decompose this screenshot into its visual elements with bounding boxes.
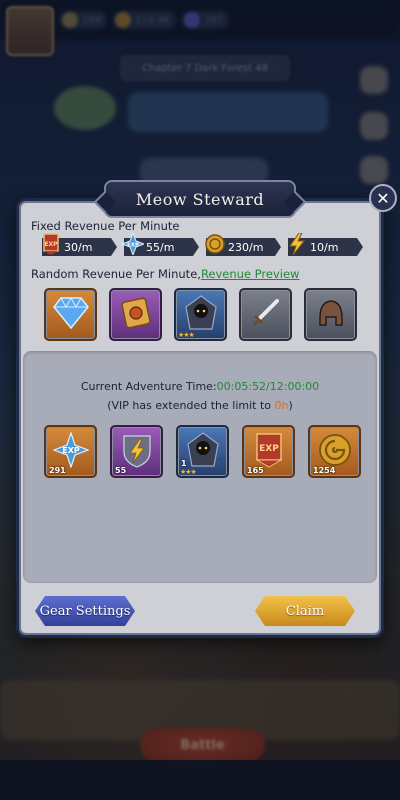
vip-limit-value: 0h — [274, 399, 289, 412]
vip-limit-prefix: (VIP has extended the limit to — [107, 399, 275, 412]
gold-coin-icon — [204, 233, 226, 255]
adventure-time-label: Current Adventure Time: — [80, 380, 217, 393]
fixed-revenue-row: EXP 30/m EXP 55/m 230/m 10/m — [40, 233, 363, 258]
claim-label: Claim — [285, 603, 325, 619]
star-rating-icon: ★★★ — [178, 331, 195, 339]
sword-icon — [249, 296, 283, 334]
random-revenue-item[interactable] — [44, 288, 97, 341]
fixed-revenue-item: EXP 30/m — [40, 233, 117, 258]
svg-text:EXP: EXP — [62, 446, 80, 455]
helmet-icon — [314, 296, 348, 334]
revenue-preview-link[interactable]: Revenue Preview — [201, 267, 300, 281]
accumulated-rewards-row: EXP 291 55 1 ★★★ EXP 165 1254 — [44, 425, 364, 479]
fixed-revenue-item: EXP 55/m — [122, 233, 199, 258]
reward-item[interactable]: 55 — [110, 425, 163, 478]
diamond-icon — [52, 296, 89, 333]
reward-count: 1254 — [313, 466, 336, 475]
fixed-revenue-item: 230/m — [204, 233, 281, 258]
gold-coin-icon — [318, 433, 352, 471]
reward-count: 291 — [49, 466, 66, 475]
random-revenue-text: Random Revenue Per Minute, — [31, 267, 201, 281]
adventure-time-value: 00:05:52/12:00:00 — [216, 380, 320, 393]
vip-limit-line: (VIP has extended the limit to 0h) — [23, 399, 377, 412]
adventure-time-line: Current Adventure Time:00:05:52/12:00:00 — [23, 380, 377, 393]
reward-item[interactable]: 1 ★★★ — [176, 425, 229, 478]
hooded-hero-icon — [186, 431, 220, 472]
gear-settings-label: Gear Settings — [39, 603, 131, 619]
star-rating-icon: ★★★ — [180, 468, 197, 476]
exp-star-icon: EXP — [122, 233, 144, 255]
random-revenue-item[interactable] — [304, 288, 357, 341]
random-revenue-row: ★★★ — [44, 288, 364, 342]
gear-settings-button[interactable]: Gear Settings — [35, 596, 135, 626]
fixed-revenue-label: Fixed Revenue Per Minute — [31, 219, 180, 233]
random-revenue-item[interactable] — [109, 288, 162, 341]
reward-count: 55 — [115, 466, 127, 475]
lightning-icon — [286, 233, 308, 255]
hooded-hero-icon — [184, 294, 218, 335]
reward-item[interactable]: EXP 165 — [242, 425, 295, 478]
close-icon: ✕ — [376, 188, 390, 208]
random-revenue-item[interactable]: ★★★ — [174, 288, 227, 341]
claim-button[interactable]: Claim — [255, 596, 355, 626]
svg-text:EXP: EXP — [44, 241, 58, 248]
svg-text:EXP: EXP — [259, 444, 279, 454]
dialog-title-plate: Meow Steward — [104, 180, 296, 218]
reward-item[interactable]: 1254 — [308, 425, 361, 478]
reward-count: 165 — [247, 466, 264, 475]
vip-limit-suffix: ) — [288, 399, 293, 412]
reward-count: 1 — [181, 459, 187, 468]
random-revenue-label: Random Revenue Per Minute,Revenue Previe… — [31, 267, 299, 281]
close-button[interactable]: ✕ — [369, 184, 397, 212]
fixed-revenue-item: 10/m — [286, 233, 363, 258]
random-revenue-item[interactable] — [239, 288, 292, 341]
svg-text:EXP: EXP — [127, 243, 139, 249]
exp-banner-icon: EXP — [40, 233, 62, 255]
reward-item[interactable]: EXP 291 — [44, 425, 97, 478]
dialog-title: Meow Steward — [135, 189, 265, 209]
scroll-coin-icon — [119, 296, 153, 334]
